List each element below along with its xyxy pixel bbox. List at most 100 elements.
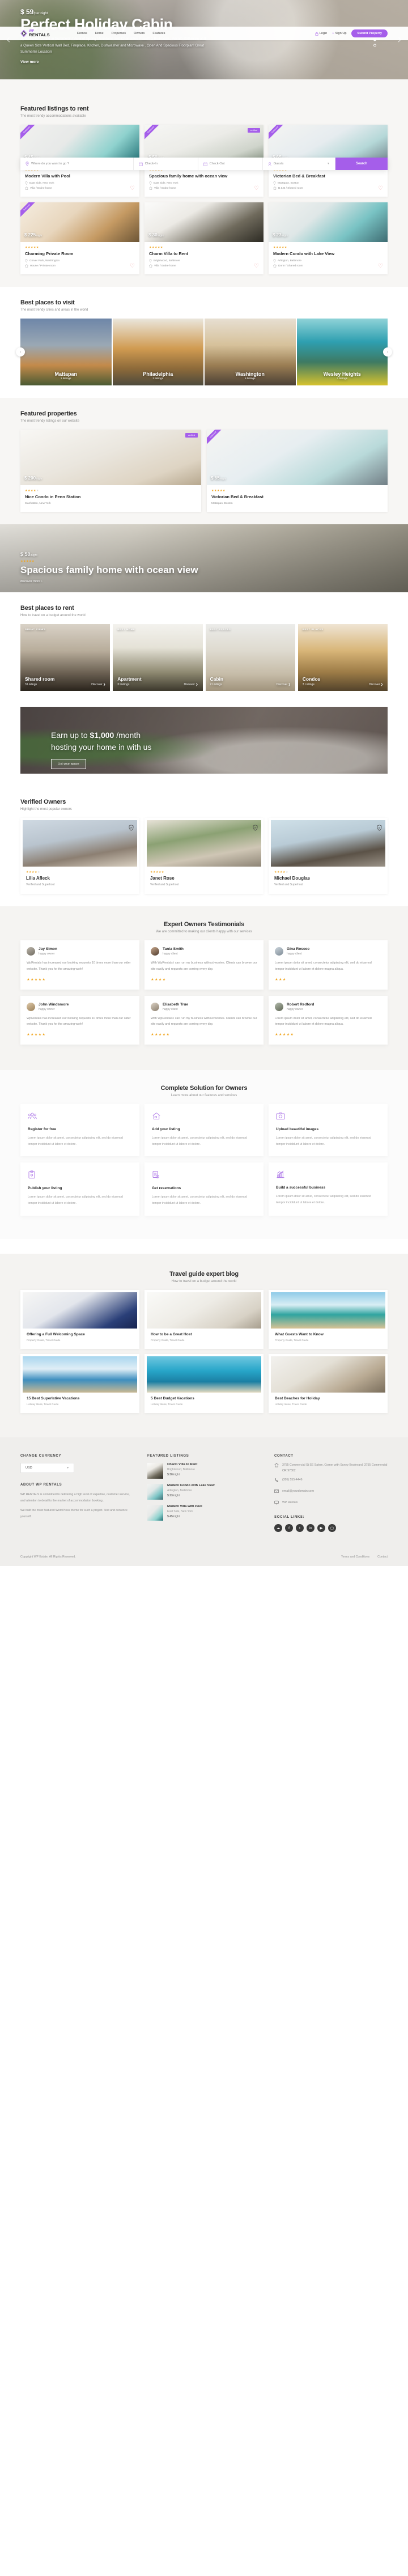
contact-site[interactable]: WP Rentals [274,1500,388,1508]
map-pin-icon [25,259,28,262]
category-tile[interactable]: GREAT VIEWS Shared room 3 Listings Discov… [20,624,110,691]
blog-card[interactable]: What Guests Want to Know Property Guide,… [269,1289,388,1349]
destination-card[interactable]: Mattapan 1 listings [20,319,112,385]
destination-card[interactable]: Wesley Heights 2 listings [296,319,388,385]
listing-card[interactable]: $ 23/night ★★★★★ Modern Condo with Lake … [269,202,388,274]
currency-value: USD [26,1466,32,1470]
property-title[interactable]: Nice Condo in Penn Station [25,494,197,499]
youtube-icon[interactable]: ▶ [317,1524,325,1532]
listing-card[interactable]: featured $ 225/night ★★★★★ Charming Priv… [20,202,139,274]
category-discover-link[interactable]: Discover ❯ [184,683,198,686]
search-checkout-field[interactable]: Check-Out [198,158,263,170]
owner-card[interactable]: ★★★★★ Lilia Afleck Verified and Superhos… [20,818,139,894]
rss-icon[interactable]: ☁ [274,1524,282,1532]
submit-property-button[interactable]: Submit Property [351,29,388,37]
places-next-button[interactable]: › [383,347,392,357]
property-card[interactable]: verified $ 200/night ★★★★★ Nice Condo in… [20,430,201,512]
banner-discover-link[interactable]: discover more › [20,580,207,583]
users-icon [28,1112,132,1123]
category-tile[interactable]: BEST PLACES Cabin 2 Listings Discover ❯ [205,624,295,691]
login-link[interactable]: Login [315,32,327,36]
footer-listing-item[interactable]: Charm Villa to Rent Brightwood, Baltimor… [147,1462,261,1479]
favorite-heart-icon[interactable]: ♡ [378,263,383,269]
favorite-heart-icon[interactable]: ♡ [130,263,135,269]
site-logo[interactable]: WP RENTALS [20,29,50,37]
property-title[interactable]: Victorian Bed & Breakfast [211,494,383,499]
category-tile[interactable]: BEST PLACES Condos 3 Listings Discover ❯ [298,624,388,691]
nav-item-home[interactable]: Home [95,32,104,35]
nav-item-features[interactable]: Features [152,32,165,35]
banner-rating: ★★★★★ [20,560,35,564]
contact-phone[interactable]: (305) 555-4446 [274,1478,388,1485]
footer-listing-item[interactable]: Modern Condo with Lake View Arlington, B… [147,1483,261,1500]
favorite-heart-icon[interactable]: ♡ [254,263,259,269]
owner-name[interactable]: Janet Rose [150,876,258,881]
instagram-icon[interactable]: ▢ [328,1524,336,1532]
nav-item-properties[interactable]: Properties [112,32,126,35]
listing-title[interactable]: Spacious family home with ocean view [149,173,259,179]
twitter-icon[interactable]: t [296,1524,304,1532]
category-name: Apartment [117,676,142,682]
blog-post-title[interactable]: How to be a Great Host [151,1332,257,1336]
footer-listing-item[interactable]: Modern Villa with Pool East Side, New Yo… [147,1504,261,1521]
listing-title[interactable]: Modern Condo with Lake View [273,251,383,256]
testimonial-card: Jay Simon happy owner WpRentals has incr… [20,940,139,990]
terms-link[interactable]: Terms and Conditions [341,1555,369,1559]
nav-item-demos[interactable]: Demos [77,32,87,35]
blog-post-title[interactable]: 15 Best Superlative Vacations [27,1397,133,1401]
category-discover-link[interactable]: Discover ❯ [91,683,105,686]
blog-post-title[interactable]: Offering a Full Welcoming Space [27,1332,133,1336]
category-discover-link[interactable]: Discover ❯ [369,683,383,686]
footer-listing-title[interactable]: Charm Villa to Rent [167,1463,197,1466]
blog-post-title[interactable]: Best Beaches for Holiday [275,1397,381,1401]
search-guests-field[interactable]: Guests ▼ [263,158,335,170]
search-checkin-field[interactable]: Check-In [134,158,198,170]
nav-item-owners[interactable]: Owners [134,32,144,35]
linkedin-icon[interactable]: in [307,1524,314,1532]
hero-dot-3[interactable] [373,44,376,47]
blog-post-title[interactable]: 5 Best Budget Vacations [151,1397,257,1401]
featured-property-banner[interactable]: $ 50/night ★★★★★ Spacious family home wi… [0,524,408,592]
blog-card[interactable]: Offering a Full Welcoming Space Property… [20,1289,139,1349]
favorite-heart-icon[interactable]: ♡ [378,185,383,192]
listing-card[interactable]: $ 30/night ★★★★★ Charm Villa to Rent Bri… [144,202,264,274]
blog-post-title[interactable]: What Guests Want to Know [275,1332,381,1336]
clipboard-check-icon [152,1170,256,1182]
blog-card[interactable]: 15 Best Superlative Vacations Holiday Id… [20,1353,139,1413]
currency-select[interactable]: USD ▼ [20,1462,74,1473]
destination-card[interactable]: Washington 5 listings [205,319,296,385]
page-root: ‹ › $ 59/per night Perfect Holiday Cabin… [0,0,408,1566]
blog-image [271,1292,385,1329]
listing-title[interactable]: Victorian Bed & Breakfast [273,173,383,179]
blog-card[interactable]: Best Beaches for Holiday Holiday Ideas, … [269,1353,388,1413]
blog-card[interactable]: 5 Best Budget Vacations Holiday Ideas, T… [144,1353,264,1413]
contact-link[interactable]: Contact [377,1555,388,1559]
hero-view-more-link[interactable]: View more [20,60,388,64]
category-tile[interactable]: BEST HOME Apartment 3 Listings Discover ❯ [113,624,203,691]
footer-listing-title[interactable]: Modern Villa with Pool [167,1505,202,1508]
footer-listing-title[interactable]: Modern Condo with Lake View [167,1484,215,1487]
listing-title[interactable]: Modern Villa with Pool [25,173,135,179]
list-your-space-button[interactable]: List your space [51,759,86,769]
owner-card[interactable]: ★★★★★ Janet Rose Verified and Superhost [144,818,264,894]
listing-title[interactable]: Charming Private Room [25,251,135,256]
category-discover-link[interactable]: Discover ❯ [277,683,291,686]
owner-name[interactable]: Michael Douglas [274,876,382,881]
search-location-field[interactable]: Where do you want to go ? [20,158,134,170]
places-prev-button[interactable]: ‹ [16,347,25,357]
facebook-icon[interactable]: f [285,1524,293,1532]
owner-name[interactable]: Lilia Afleck [26,876,134,881]
signup-link[interactable]: + Sign Up [332,32,346,35]
destination-name: Philadelphia [143,371,173,377]
listing-title[interactable]: Charm Villa to Rent [149,251,259,256]
search-button[interactable]: Search [335,158,388,170]
destination-card[interactable]: Philadelphia 2 listings [112,319,203,385]
favorite-heart-icon[interactable]: ♡ [130,185,135,192]
category-name: Shared room [25,676,55,682]
favorite-heart-icon[interactable]: ♡ [254,185,259,192]
contact-email[interactable]: email@yourdomain.com [274,1489,388,1496]
listing-image: $ 23/night [269,202,388,242]
property-card[interactable]: featured $ 65/night ★★★★★ Victorian Bed … [207,430,388,512]
owner-card[interactable]: ★★★★★ Michael Douglas Verified and Super… [269,818,388,894]
blog-card[interactable]: How to be a Great Host Property Guide, T… [144,1289,264,1349]
